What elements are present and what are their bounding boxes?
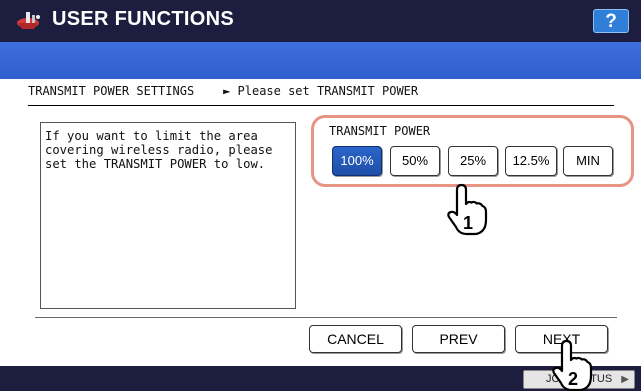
user-functions-icon	[17, 12, 40, 29]
prev-button[interactable]: PREV	[412, 325, 505, 353]
header-band	[0, 42, 641, 79]
pointing-hand-icon-2: 2	[552, 339, 593, 391]
chevron-right-icon: ▶	[621, 374, 629, 385]
page-title: USER FUNCTIONS	[52, 8, 234, 30]
callout-1-number: 1	[463, 213, 473, 233]
help-button[interactable]: ?	[593, 9, 629, 33]
info-message: If you want to limit the area covering w…	[40, 122, 296, 309]
cancel-button[interactable]: CANCEL	[309, 325, 402, 353]
breadcrumb: TRANSMIT POWER SETTINGS ► Please set TRA…	[28, 84, 419, 98]
power-25-button[interactable]: 25%	[448, 146, 498, 176]
power-100-button[interactable]: 100%	[332, 146, 382, 176]
pointing-hand-icon-1: 1	[447, 183, 488, 236]
title-bar: USER FUNCTIONS ?	[0, 0, 641, 42]
power-12-5-button[interactable]: 12.5%	[505, 146, 557, 176]
power-min-button[interactable]: MIN	[563, 146, 613, 176]
power-50-button[interactable]: 50%	[390, 146, 440, 176]
callout-2-number: 2	[568, 369, 578, 389]
breadcrumb-divider	[28, 105, 614, 106]
transmit-power-label: TRANSMIT POWER	[329, 124, 431, 138]
bottom-divider	[35, 317, 617, 318]
